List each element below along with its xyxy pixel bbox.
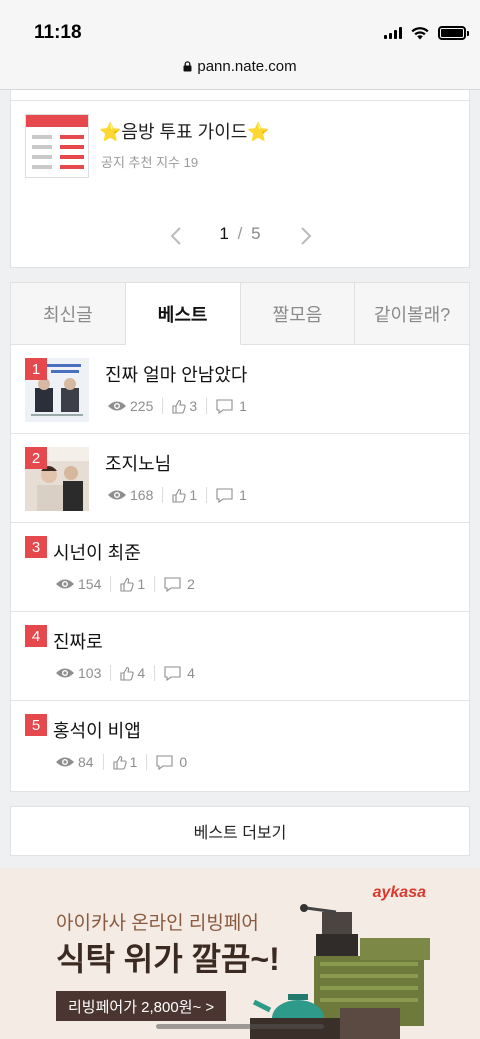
post-stats: 84 1 0	[55, 754, 187, 770]
best-post-row[interactable]: 3 시넌이 최준 154 1 2	[11, 523, 469, 612]
tab-image-collection[interactable]: 짤모음	[240, 283, 356, 344]
notice-meta: 공지 추천 지수 19	[101, 155, 199, 170]
rank-badge: 4	[25, 625, 47, 647]
comment-icon	[164, 665, 181, 681]
current-page: 1	[219, 224, 229, 243]
post-stats: 103 4 4	[55, 665, 195, 681]
thumbs-up-icon	[120, 666, 135, 681]
post-title-link[interactable]: 진짜로	[53, 628, 103, 654]
home-indicator	[156, 1024, 324, 1029]
post-stats: 154 1 2	[55, 576, 195, 592]
ad-subtitle: 아이카사 온라인 리빙페어	[56, 913, 259, 934]
post-title-link[interactable]: 홍석이 비앱	[53, 717, 141, 743]
comment-count: 0	[179, 754, 188, 770]
tab-latest[interactable]: 최신글	[11, 283, 126, 344]
comment-count: 2	[187, 576, 195, 592]
comment-icon	[216, 398, 233, 414]
comment-count: 1	[239, 487, 247, 503]
url-text: pann.nate.com	[197, 58, 297, 75]
chevron-right-icon[interactable]	[299, 226, 313, 246]
thumbs-up-icon	[120, 577, 135, 592]
comment-icon	[216, 487, 233, 503]
comment-count: 1	[239, 398, 247, 414]
best-post-row[interactable]: 4 진짜로 103 4 4	[11, 612, 469, 701]
rank-badge: 5	[25, 714, 47, 736]
ad-banner[interactable]: aykasa 아이카사 온라인 리빙페어 식탁 위가 깔끔~! 리빙페어가 2,…	[0, 868, 480, 1039]
notice-thumbnail[interactable]	[25, 114, 89, 178]
rank-badge: 2	[25, 447, 47, 469]
best-post-row[interactable]: 2 조지노님 168 1 1	[11, 434, 469, 523]
eye-icon	[56, 668, 74, 678]
ad-product-image	[250, 904, 430, 1039]
battery-icon	[438, 26, 469, 40]
thumbs-up-icon	[172, 488, 187, 503]
view-count: 84	[78, 754, 94, 770]
thumbs-up-icon	[172, 399, 187, 414]
category-tabs: 최신글 베스트 짤모음 같이볼래?	[11, 283, 469, 345]
post-stats: 225 3 1	[107, 398, 247, 414]
view-count: 154	[78, 576, 102, 592]
best-post-row[interactable]: 5 홍석이 비앱 84 1 0	[11, 701, 469, 790]
view-count: 168	[130, 487, 154, 503]
notice-title-link[interactable]: ⭐음방 투표 가이드⭐	[99, 118, 270, 144]
post-stats: 168 1 1	[107, 487, 247, 503]
total-pages: 5	[251, 224, 261, 243]
comment-icon	[164, 576, 181, 592]
eye-icon	[56, 757, 74, 767]
post-title-link[interactable]: 진짜 얼마 안남았다	[105, 361, 247, 387]
page-separator: /	[237, 224, 243, 243]
view-count: 225	[130, 398, 154, 414]
lock-icon	[183, 61, 192, 72]
like-count: 3	[189, 398, 198, 414]
status-time: 11:18	[34, 22, 82, 43]
tab-best[interactable]: 베스트	[125, 283, 241, 345]
pagination: 1 / 5	[11, 224, 469, 244]
divider	[11, 100, 469, 101]
like-count: 4	[137, 665, 146, 681]
rank-badge: 3	[25, 536, 47, 558]
thumbs-up-icon	[113, 755, 127, 770]
like-count: 1	[137, 576, 146, 592]
view-count: 103	[78, 665, 102, 681]
eye-icon	[108, 490, 126, 500]
like-count: 1	[129, 754, 138, 770]
notice-card: ⭐음방 투표 가이드⭐ 공지 추천 지수 19 1 / 5	[10, 90, 470, 268]
like-count: 1	[189, 487, 198, 503]
tab-watch-together[interactable]: 같이볼래?	[355, 283, 469, 344]
comment-count: 4	[187, 665, 195, 681]
post-title-link[interactable]: 조지노님	[105, 450, 171, 476]
best-posts-card: 최신글 베스트 짤모음 같이볼래? 1 진짜 얼마 안남았다 225 3 1 2…	[10, 282, 470, 792]
browser-top-bar: 11:18 pann.nate.com	[0, 0, 480, 90]
ad-cta-button[interactable]: 리빙페어가 2,800원~ >	[56, 991, 227, 1021]
cellular-signal-icon	[384, 27, 402, 39]
address-bar[interactable]: pann.nate.com	[0, 58, 480, 75]
eye-icon	[108, 401, 126, 411]
best-more-button[interactable]: 베스트 더보기	[10, 806, 470, 856]
comment-icon	[156, 754, 173, 770]
post-title-link[interactable]: 시넌이 최준	[53, 539, 141, 565]
wifi-icon	[411, 27, 429, 40]
rank-badge: 1	[25, 358, 47, 380]
eye-icon	[56, 579, 74, 589]
best-post-row[interactable]: 1 진짜 얼마 안남았다 225 3 1	[11, 345, 469, 434]
status-icons	[384, 26, 469, 40]
